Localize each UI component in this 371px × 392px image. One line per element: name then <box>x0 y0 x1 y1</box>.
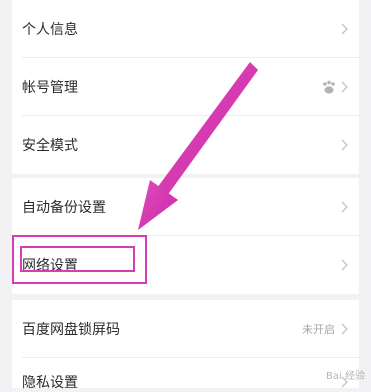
settings-item-lock-screen-code[interactable]: 百度网盘锁屏码 未开启 <box>12 300 359 358</box>
watermark-text: Bai 经验 <box>326 371 365 382</box>
chevron-right-icon <box>341 139 348 151</box>
settings-item-label: 个人信息 <box>22 22 78 38</box>
settings-item-label: 网络设置 <box>22 258 78 274</box>
chevron-right-icon <box>341 201 348 213</box>
settings-item-account-management[interactable]: 帐号管理 <box>12 58 359 116</box>
settings-item-network[interactable]: 网络设置 <box>12 236 359 294</box>
settings-item-label: 百度网盘锁屏码 <box>22 322 120 338</box>
settings-page: 个人信息 帐号管理 安全模式 自动备份设置 网络设置 百度网盘锁屏码 未开启 隐… <box>0 0 371 391</box>
chevron-right-icon <box>341 259 348 271</box>
chevron-right-icon <box>341 81 348 93</box>
settings-item-privacy[interactable]: 隐私设置 <box>12 358 359 391</box>
paw-avatar-icon <box>323 80 335 94</box>
settings-item-personal-info[interactable]: 个人信息 <box>12 0 359 58</box>
settings-item-auto-backup[interactable]: 自动备份设置 <box>12 178 359 236</box>
settings-item-label: 自动备份设置 <box>22 200 106 216</box>
settings-item-label: 帐号管理 <box>22 80 78 96</box>
settings-item-label: 隐私设置 <box>22 375 78 391</box>
lock-screen-status: 未开启 <box>302 323 335 336</box>
settings-item-safe-mode[interactable]: 安全模式 <box>12 116 359 174</box>
chevron-right-icon <box>341 323 348 335</box>
settings-item-label: 安全模式 <box>22 138 78 154</box>
chevron-right-icon <box>341 23 348 35</box>
